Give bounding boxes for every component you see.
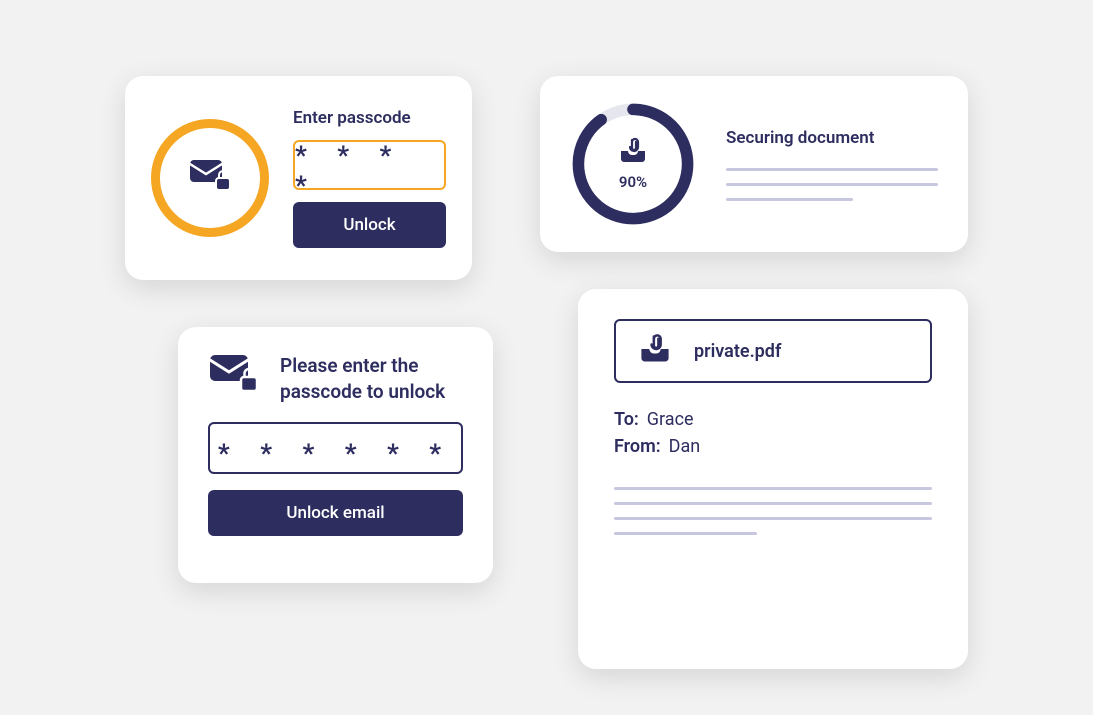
progress-percent-label: 90% [619,173,647,191]
passcode-title: Enter passcode [293,108,446,128]
placeholder-lines [614,487,932,535]
accent-ring [151,119,269,237]
passcode-title: Please enter the passcode to unlock [280,353,463,404]
file-attachment[interactable]: private.pdf [614,319,932,383]
progress-ring: 90% [570,101,696,227]
envelope-lock-icon [188,158,232,198]
from-field: From:Dan [614,436,932,457]
to-field: To:Grace [614,409,932,430]
document-card: private.pdf To:Grace From:Dan [578,289,968,669]
unlock-email-button[interactable]: Unlock email [208,490,463,536]
securing-title: Securing document [726,128,938,148]
inbox-attachment-icon [638,333,672,369]
passcode-input[interactable]: * * * * [293,140,446,190]
passcode-card-small: Enter passcode * * * * Unlock [125,76,472,280]
inbox-attachment-icon [618,137,648,169]
placeholder-lines [726,168,938,201]
filename: private.pdf [694,341,781,362]
passcode-card-large: Please enter the passcode to unlock * * … [178,327,493,583]
unlock-button[interactable]: Unlock [293,202,446,248]
envelope-lock-icon [208,353,260,401]
passcode-input[interactable]: * * * * * * [208,422,463,474]
securing-document-card: 90% Securing document [540,76,968,252]
